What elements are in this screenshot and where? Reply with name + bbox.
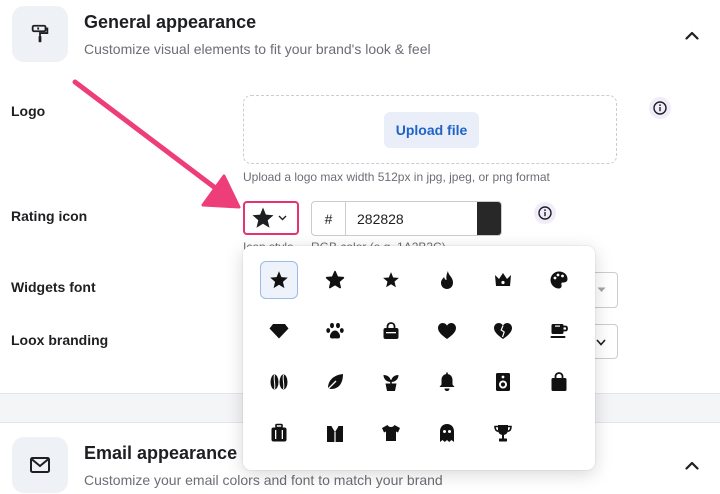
annotation-arrow	[72, 79, 241, 209]
